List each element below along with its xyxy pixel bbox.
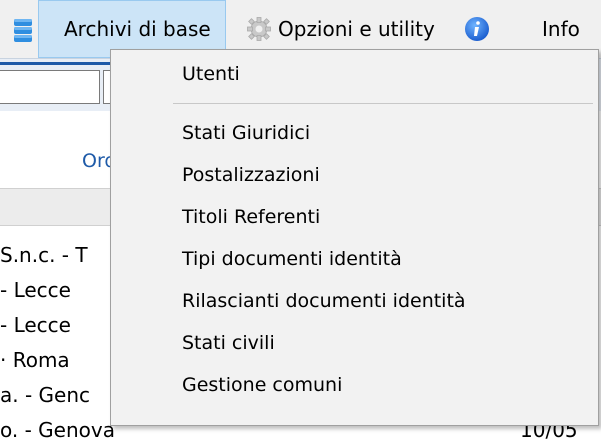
search-input[interactable] xyxy=(0,70,100,104)
gear-icon xyxy=(246,16,272,42)
archivi-dropdown-menu: Utenti Stati Giuridici Postalizzazioni T… xyxy=(110,49,599,426)
grid-row-text[interactable]: S.n.c. - T xyxy=(0,243,88,267)
grid-row-text[interactable]: o. - Genova xyxy=(0,418,115,442)
grid-row-text[interactable]: a. - Genc xyxy=(0,383,90,407)
menu-item-stati-civili[interactable]: Stati civili xyxy=(182,332,275,354)
menu-archivi-label: Archivi di base xyxy=(64,17,211,41)
menu-item-tipi-documenti-identita[interactable]: Tipi documenti identità xyxy=(182,248,402,270)
grid-row-text[interactable]: - Lecce xyxy=(0,313,71,337)
info-icon[interactable] xyxy=(464,16,490,42)
database-icon xyxy=(13,18,33,43)
toolbar-accent-line xyxy=(0,62,120,65)
menu-item-stati-giuridici[interactable]: Stati Giuridici xyxy=(182,122,310,144)
menu-info-label: Info xyxy=(542,17,580,41)
menu-item-titoli-referenti[interactable]: Titoli Referenti xyxy=(182,206,320,228)
menu-opzioni-label: Opzioni e utility xyxy=(278,17,435,41)
menu-separator xyxy=(173,103,593,104)
menu-item-rilascianti-documenti-identita[interactable]: Rilascianti documenti identità xyxy=(182,290,466,312)
menu-item-utenti[interactable]: Utenti xyxy=(182,63,240,85)
menu-item-postalizzazioni[interactable]: Postalizzazioni xyxy=(182,164,320,186)
grid-row-text[interactable]: - Lecce xyxy=(0,278,71,302)
menu-item-gestione-comuni[interactable]: Gestione comuni xyxy=(182,374,342,396)
grid-row-text[interactable]: · Roma xyxy=(0,348,70,372)
